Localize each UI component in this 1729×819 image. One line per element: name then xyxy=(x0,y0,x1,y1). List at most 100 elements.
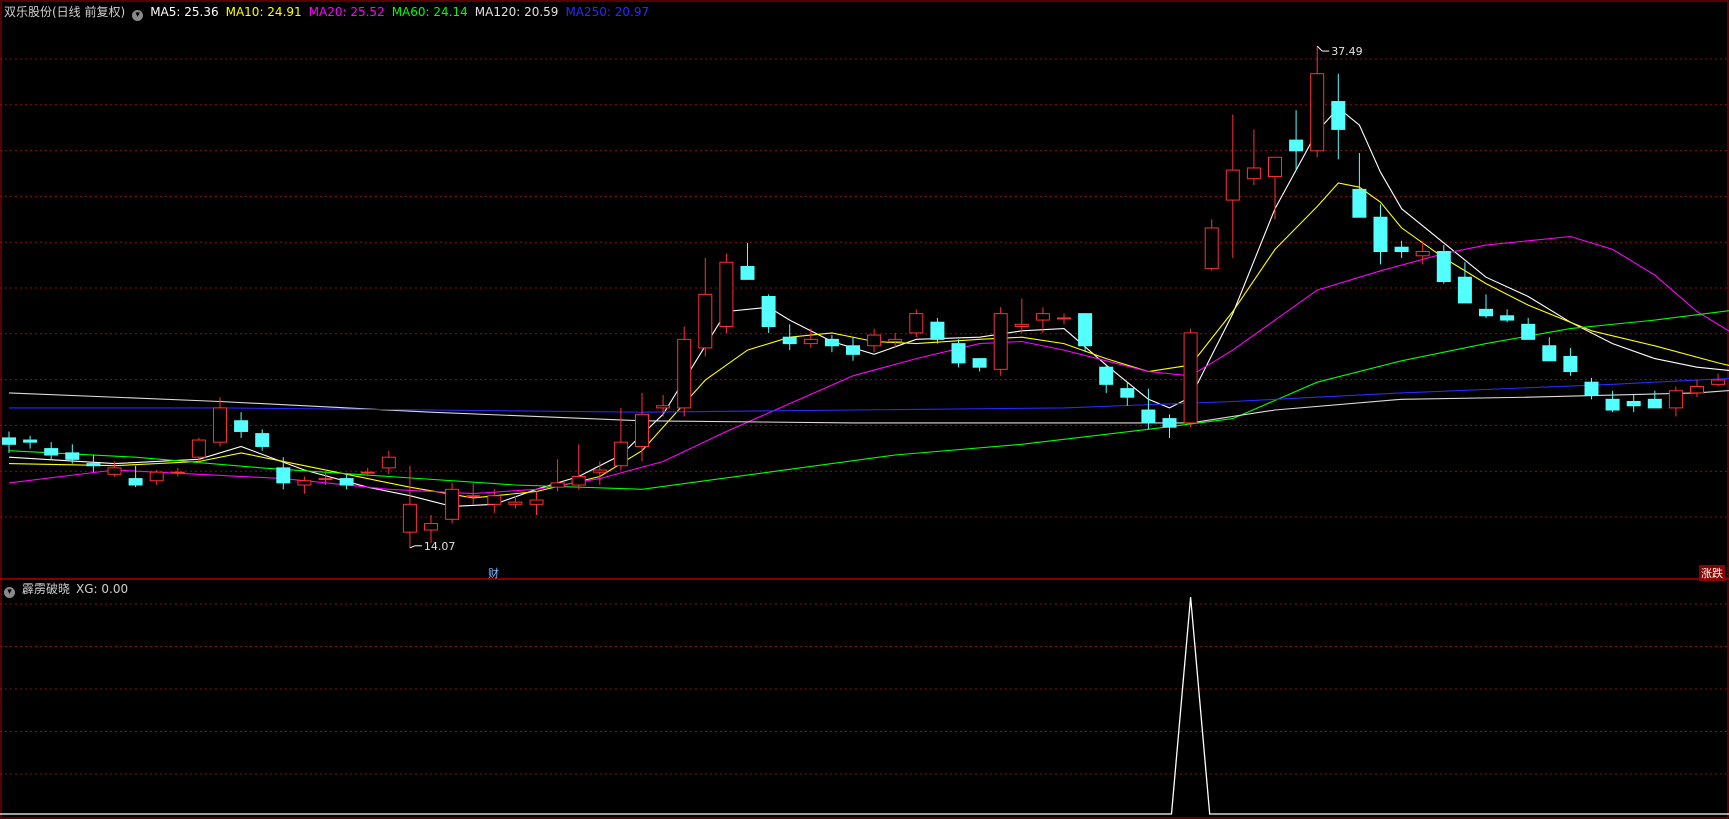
candle-body xyxy=(1711,379,1726,385)
candle-up xyxy=(1225,114,1240,258)
candle-body xyxy=(951,343,966,364)
candle-up xyxy=(149,470,164,486)
finance-marker[interactable]: 财 xyxy=(488,565,499,581)
candle-down xyxy=(1078,313,1093,353)
candle-down xyxy=(1500,309,1515,323)
candle-body xyxy=(719,261,734,327)
candle-body xyxy=(23,439,38,443)
candle-body xyxy=(213,407,227,443)
candlestick-series xyxy=(2,46,1726,548)
candle-down xyxy=(2,431,16,453)
candle-body xyxy=(107,467,122,475)
candle-body xyxy=(1605,398,1620,411)
candle-down xyxy=(1394,240,1409,258)
candle-body xyxy=(1035,313,1050,321)
candle-body xyxy=(1436,251,1451,283)
candle-down xyxy=(1099,365,1114,393)
candle-body xyxy=(149,471,164,482)
candle-body xyxy=(1479,308,1493,317)
sub-panel-grid xyxy=(0,603,1729,775)
candle-down xyxy=(1626,395,1641,413)
candle-down xyxy=(1521,317,1536,340)
right-edge-tag[interactable]: 涨跌 xyxy=(1699,565,1725,581)
candle-up xyxy=(1183,328,1198,428)
candle-up xyxy=(1711,373,1726,387)
candle-body xyxy=(930,321,945,340)
candle-body xyxy=(1268,156,1282,178)
candle-body xyxy=(1162,418,1177,428)
candle-up xyxy=(1204,219,1219,271)
candle-body xyxy=(170,471,185,474)
candle-body xyxy=(318,478,333,481)
candle-down xyxy=(234,412,249,438)
candle-up xyxy=(213,397,227,447)
candle-up xyxy=(1014,298,1029,333)
chevron-down-icon[interactable]: ▾ xyxy=(4,587,15,598)
candle-body xyxy=(1099,366,1114,385)
candle-body xyxy=(571,475,586,486)
candle-up xyxy=(719,253,734,333)
stock-name[interactable]: 双乐股份(日线 前复权) xyxy=(4,5,125,19)
candle-body xyxy=(191,439,206,458)
candle-body xyxy=(613,441,628,467)
ma-legend-item: MA60: 24.14 xyxy=(391,5,468,19)
candle-up xyxy=(297,476,312,494)
candle-body xyxy=(635,413,649,447)
candle-body xyxy=(1331,101,1346,130)
chart-canvas: 37.49 14.07 xyxy=(0,0,1729,819)
candle-up xyxy=(1246,129,1261,186)
candle-up xyxy=(445,482,460,524)
candle-up xyxy=(1668,386,1683,417)
candle-body xyxy=(1690,385,1704,394)
candle-up xyxy=(656,395,671,417)
candle-body xyxy=(381,456,396,469)
candle-body xyxy=(276,467,291,484)
candle-body xyxy=(1668,390,1683,409)
candle-body xyxy=(1204,227,1219,270)
ma-legend-item: MA120: 20.59 xyxy=(474,5,559,19)
candle-down xyxy=(740,242,755,280)
candle-up xyxy=(613,407,628,471)
candle-up xyxy=(698,257,713,357)
candle-body xyxy=(445,488,460,520)
candle-up xyxy=(867,328,882,353)
candle-up xyxy=(677,326,692,417)
candle-body xyxy=(1521,323,1536,340)
candle-down xyxy=(1542,337,1557,362)
candle-down xyxy=(255,429,270,451)
low-price-marker: 14.07 xyxy=(409,540,455,553)
candle-down xyxy=(44,442,59,460)
ma-legend: MA5: 25.36 MA10: 24.91 MA20: 25.52 MA60: 24… xyxy=(150,5,656,19)
candle-body xyxy=(1141,409,1156,424)
candle-down xyxy=(128,465,143,488)
candle-body xyxy=(1183,332,1198,424)
candle-body xyxy=(761,296,776,327)
candle-body xyxy=(86,463,101,467)
candle-body xyxy=(65,452,80,460)
candle-body xyxy=(656,405,671,409)
candle-down xyxy=(1162,414,1177,438)
chevron-down-icon[interactable]: ▾ xyxy=(132,10,144,21)
candle-down xyxy=(1479,294,1493,318)
candle-down xyxy=(23,435,38,449)
high-price-marker: 37.49 xyxy=(1316,45,1363,58)
candle-body xyxy=(1225,169,1240,201)
indicator-name[interactable]: 霹雳破晓 xyxy=(22,582,70,596)
candle-body xyxy=(1563,355,1578,372)
candle-down xyxy=(846,337,860,361)
candle-body xyxy=(550,482,565,488)
ma-line-ma60 xyxy=(8,310,1729,490)
candle-body xyxy=(993,313,1008,370)
candle-up xyxy=(529,491,544,516)
candle-body xyxy=(508,501,523,505)
candle-body xyxy=(1352,188,1367,218)
candle-up xyxy=(508,495,523,509)
candle-down xyxy=(1331,73,1346,160)
candle-up xyxy=(803,328,818,348)
candle-body xyxy=(1415,251,1430,257)
candle-body xyxy=(1246,167,1261,180)
candle-down xyxy=(824,335,839,353)
candle-body xyxy=(1647,398,1662,409)
candle-body xyxy=(1542,345,1557,362)
candle-down xyxy=(1605,390,1620,413)
